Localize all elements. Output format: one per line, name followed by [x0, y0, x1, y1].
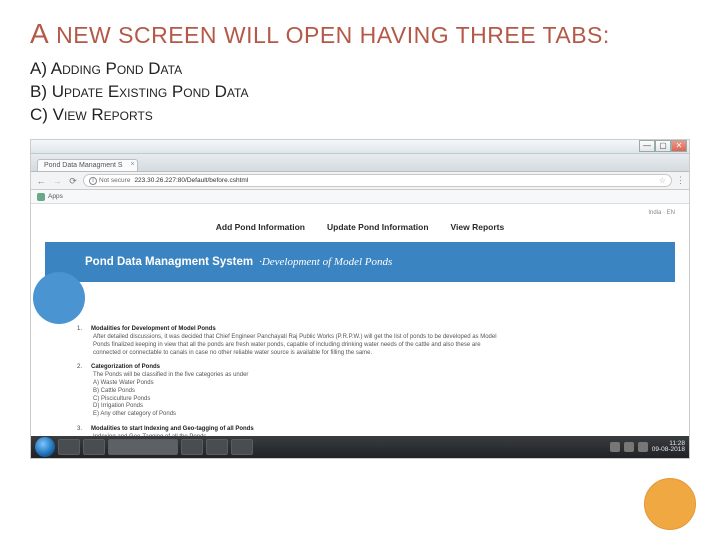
locale-label: India · EN: [648, 210, 675, 216]
taskbar-item[interactable]: [83, 439, 105, 455]
security-label: Not secure: [99, 177, 130, 184]
url-text: 223.30.26.227:80/Default/before.cshtml: [134, 177, 248, 184]
heading-2: Categorization of Ponds: [91, 364, 160, 370]
slide-title-bigletter: A: [30, 18, 49, 49]
text-2c: B) Cattle Ponds: [93, 388, 649, 396]
taskbar-item[interactable]: [181, 439, 203, 455]
browser-menu-button[interactable]: ⋮: [676, 175, 685, 186]
text-2d: C) Pisciculture Ponds: [93, 396, 649, 404]
slide-item-c: C) View Reports: [30, 104, 690, 127]
slide-title: A NEW SCREEN WILL OPEN HAVING THREE TABS…: [30, 16, 690, 52]
tray-icon[interactable]: [638, 442, 648, 452]
tab-close-icon[interactable]: ×: [131, 161, 135, 168]
taskbar-item-active[interactable]: [108, 439, 178, 455]
taskbar-item[interactable]: [206, 439, 228, 455]
info-icon: i: [89, 177, 97, 185]
bookmarks-bar: Apps: [31, 190, 689, 204]
security-status: i Not secure: [89, 177, 130, 185]
item-number: 1.: [77, 326, 82, 334]
tab-update-pond[interactable]: Update Pond Information: [327, 222, 429, 232]
heading-3: Modalities to start Indexing and Geo-tag…: [91, 426, 254, 432]
tab-view-reports[interactable]: View Reports: [451, 222, 505, 232]
window-close-button[interactable]: ✕: [671, 140, 687, 152]
taskbar-item[interactable]: [231, 439, 253, 455]
text-1c: connected or connectable to canals in ca…: [93, 350, 649, 358]
text-2a: The Ponds will be classified in the five…: [93, 372, 649, 380]
windows-taskbar: 11:28 09-08-2018: [31, 436, 689, 458]
start-button[interactable]: [35, 437, 55, 457]
slide-title-rest: NEW SCREEN WILL OPEN HAVING THREE TABS:: [49, 22, 610, 48]
item-number: 2.: [77, 364, 82, 372]
heading-1: Modalities for Development of Model Pond…: [91, 326, 216, 332]
decorative-circle: [644, 478, 696, 530]
text-2f: E) Any other category of Ponds: [93, 411, 649, 419]
tab-add-pond[interactable]: Add Pond Information: [216, 222, 305, 232]
tray-icon[interactable]: [624, 442, 634, 452]
slide-sublist: A) Adding Pond Data B) Update Existing P…: [30, 58, 690, 127]
text-1b: Ponds finalized keeping in view that all…: [93, 342, 649, 350]
browser-screenshot: — ▢ ✕ Pond Data Managment S × ← → ⟳ i No…: [30, 139, 690, 459]
apps-icon[interactable]: [37, 193, 45, 201]
tray-icon[interactable]: [610, 442, 620, 452]
text-1a: After detailed discussions, it was decid…: [93, 334, 649, 342]
tray-date: 09-08-2018: [652, 447, 685, 454]
system-tray: 11:28 09-08-2018: [610, 441, 685, 454]
back-button[interactable]: ←: [35, 175, 47, 187]
browser-tab[interactable]: Pond Data Managment S ×: [37, 159, 138, 171]
item-number: 3.: [77, 426, 82, 434]
text-2e: D) Irrigation Ponds: [93, 403, 649, 411]
address-bar[interactable]: i Not secure 223.30.26.227:80/Default/be…: [83, 174, 672, 187]
page-banner: Pond Data Managment System · Development…: [45, 242, 675, 282]
reload-button[interactable]: ⟳: [67, 175, 79, 187]
window-maximize-button[interactable]: ▢: [655, 140, 671, 152]
browser-toolbar: ← → ⟳ i Not secure 223.30.26.227:80/Defa…: [31, 172, 689, 190]
page-body: 1. Modalities for Development of Model P…: [31, 282, 689, 459]
page-content: India · EN Add Pond Information Update P…: [31, 204, 689, 458]
slide-item-b: B) Update Existing Pond Data: [30, 81, 690, 104]
browser-tabstrip: Pond Data Managment S ×: [31, 154, 689, 172]
banner-subtitle: Development of Model Ponds: [262, 256, 392, 268]
banner-title: Pond Data Managment System: [85, 256, 253, 268]
window-titlebar: — ▢ ✕: [31, 140, 689, 154]
window-minimize-button[interactable]: —: [639, 140, 655, 152]
taskbar-item[interactable]: [58, 439, 80, 455]
bookmark-star-icon[interactable]: ☆: [659, 176, 666, 185]
text-2b: A) Waste Water Ponds: [93, 380, 649, 388]
page-tabs: Add Pond Information Update Pond Informa…: [31, 204, 689, 232]
browser-tab-title: Pond Data Managment S: [44, 162, 123, 169]
apps-label[interactable]: Apps: [48, 193, 63, 200]
slide-item-a: A) Adding Pond Data: [30, 58, 690, 81]
forward-button[interactable]: →: [51, 175, 63, 187]
